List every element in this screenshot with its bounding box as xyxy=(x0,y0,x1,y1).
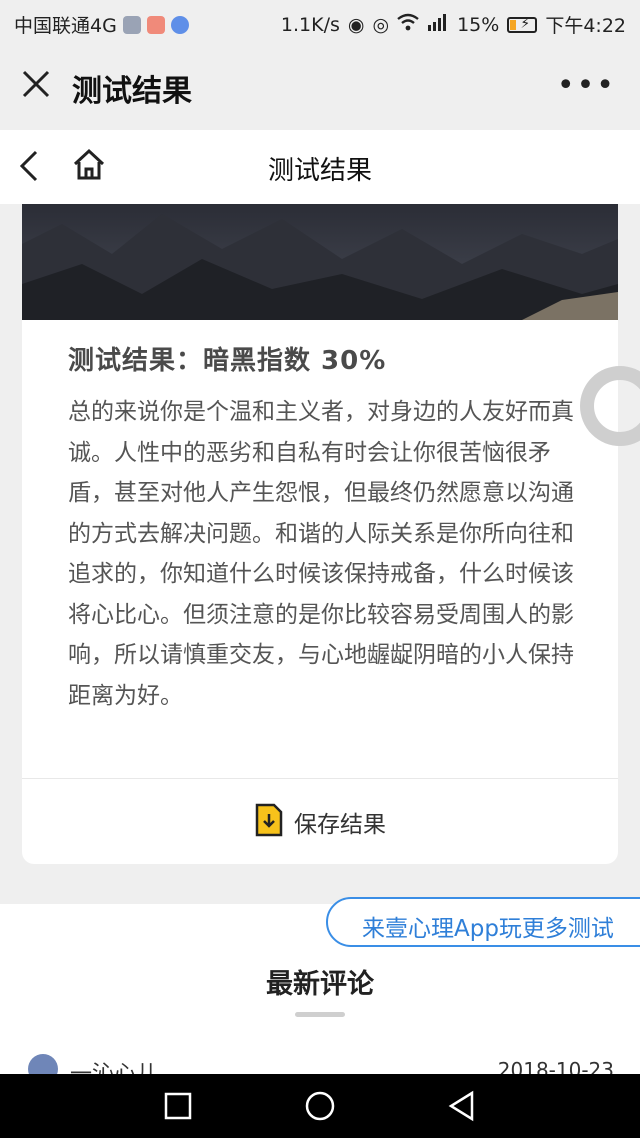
battery-percent: 15% xyxy=(457,13,500,36)
net-speed: 1.1K/s xyxy=(280,13,340,36)
save-result-button[interactable]: 保存结果 xyxy=(22,779,618,864)
clock: 下午4:22 xyxy=(545,15,626,37)
signal-icon xyxy=(427,13,449,36)
page-title: 测试结果 xyxy=(267,156,372,186)
save-result-label: 保存结果 xyxy=(294,811,386,838)
battery-icon: ⚡ xyxy=(507,16,538,33)
result-description: 总的来说你是个温和主义者，对身边的人友好而真诚。人性中的恶劣和自私有时会让你很苦… xyxy=(68,399,574,709)
result-title: 测试结果：暗黑指数 30% xyxy=(68,346,387,376)
save-file-icon xyxy=(254,802,284,842)
message-notification-icon xyxy=(146,15,165,34)
app-notification-icon xyxy=(122,15,141,34)
page-header: 测试结果 xyxy=(0,130,640,204)
comments-heading: 最新评论 xyxy=(266,969,374,1000)
content-area: 测试结果：暗黑指数 30% 总的来说你是个温和主义者，对身边的人友好而真诚。人性… xyxy=(0,204,640,904)
recent-apps-icon[interactable] xyxy=(162,1090,194,1122)
more-icon[interactable]: ••• xyxy=(557,68,616,103)
wechat-title-bar: 测试结果 ••• xyxy=(0,44,640,131)
carrier-label: 中国联通4G xyxy=(14,15,117,37)
data-saver-icon: ◉ xyxy=(347,13,365,36)
wifi-icon xyxy=(397,13,419,36)
status-bar: 中国联通4G 1.1K/s ◉ ◎ 15% ⚡ 下午4:22 xyxy=(0,0,640,44)
result-banner-image xyxy=(22,204,618,320)
window-title: 测试结果 xyxy=(72,74,192,109)
home-circle-icon[interactable] xyxy=(304,1090,336,1122)
back-triangle-icon[interactable] xyxy=(446,1090,478,1122)
system-navigation-bar xyxy=(0,1074,640,1138)
eye-icon: ◎ xyxy=(372,13,390,36)
heading-underline xyxy=(295,1012,345,1017)
app-promo-label: 来壹心理App玩更多测试 xyxy=(362,916,614,942)
close-icon[interactable] xyxy=(18,66,54,102)
paw-notification-icon xyxy=(170,15,189,34)
app-promo-button[interactable]: 来壹心理App玩更多测试 xyxy=(326,897,640,947)
comments-section: 来壹心理App玩更多测试 最新评论 一沁心儿 2018-10-23 xyxy=(0,897,640,1087)
result-card: 测试结果：暗黑指数 30% 总的来说你是个温和主义者，对身边的人友好而真诚。人性… xyxy=(22,204,618,864)
